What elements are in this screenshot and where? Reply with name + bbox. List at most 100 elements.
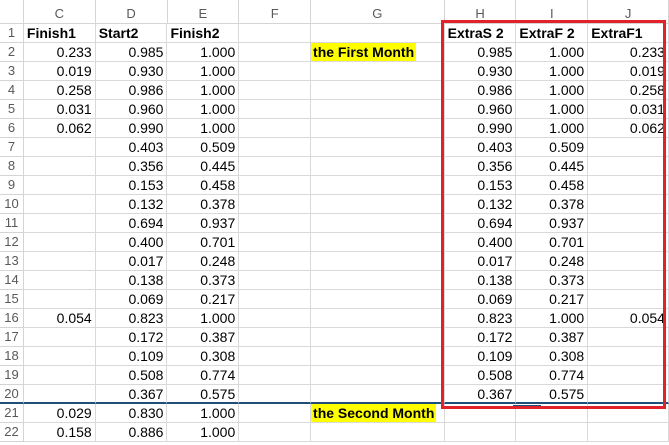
cell-e[interactable]: 1.000 <box>167 62 240 81</box>
cell-e[interactable]: 1.000 <box>167 423 240 442</box>
row-header[interactable]: 17 <box>0 328 24 347</box>
column-header-e[interactable]: E <box>167 0 240 24</box>
cell-d[interactable]: 0.823 <box>95 309 168 328</box>
cell-i[interactable]: 0.378 <box>516 195 589 214</box>
cell-f[interactable] <box>239 119 312 138</box>
cell-e[interactable]: 1.000 <box>167 119 240 138</box>
cell-f[interactable] <box>239 138 312 157</box>
cell-i[interactable]: 0.701 <box>516 233 589 252</box>
cell-j[interactable] <box>588 138 669 157</box>
cell-g[interactable] <box>311 423 445 442</box>
cell-d[interactable]: 0.886 <box>95 423 168 442</box>
cell-e[interactable]: 1.000 <box>167 309 240 328</box>
cell-i[interactable]: 0.373 <box>516 271 589 290</box>
cell-d[interactable]: 0.367 <box>95 385 168 404</box>
cell-e[interactable]: 1.000 <box>167 404 240 423</box>
cell-f[interactable] <box>239 233 312 252</box>
cell-j[interactable] <box>588 423 669 442</box>
cell-header-start2[interactable]: Start2 <box>95 24 168 43</box>
cell-e[interactable]: 0.387 <box>167 328 240 347</box>
cell-g[interactable] <box>311 252 445 271</box>
cell-d[interactable]: 0.985 <box>95 43 168 62</box>
row-header[interactable]: 12 <box>0 233 24 252</box>
cell-h[interactable]: 0.823 <box>444 309 517 328</box>
cell-e[interactable]: 1.000 <box>167 100 240 119</box>
cell-c[interactable]: 0.258 <box>23 81 96 100</box>
cell-d[interactable]: 0.990 <box>95 119 168 138</box>
row-header[interactable]: 2 <box>0 43 24 62</box>
cell-e[interactable]: 0.445 <box>167 157 240 176</box>
cell-j[interactable] <box>588 328 669 347</box>
cell-h[interactable]: 0.986 <box>444 81 517 100</box>
cell-f[interactable] <box>239 385 312 404</box>
cell-d[interactable]: 0.153 <box>95 176 168 195</box>
cell-g[interactable] <box>311 81 445 100</box>
cell-f[interactable] <box>239 309 312 328</box>
column-header-c[interactable]: C <box>23 0 96 24</box>
cell-h[interactable]: 0.132 <box>444 195 517 214</box>
cell-c[interactable] <box>23 195 96 214</box>
cell-e[interactable]: 1.000 <box>167 43 240 62</box>
cell-g[interactable] <box>311 100 445 119</box>
row-header[interactable]: 13 <box>0 252 24 271</box>
cell-h[interactable]: 0.356 <box>444 157 517 176</box>
cell-j[interactable] <box>588 176 669 195</box>
column-header-g[interactable]: G <box>311 0 445 24</box>
cell-d[interactable]: 0.400 <box>95 233 168 252</box>
cell-j[interactable] <box>588 404 669 423</box>
cell-c[interactable]: 0.233 <box>23 43 96 62</box>
row-header[interactable]: 8 <box>0 157 24 176</box>
cell-header-f[interactable] <box>239 24 312 43</box>
cell-g[interactable] <box>311 195 445 214</box>
cell-i[interactable]: 1.000 <box>516 62 589 81</box>
cell-e[interactable]: 0.575 <box>167 385 240 404</box>
cell-c[interactable] <box>23 347 96 366</box>
cell-j[interactable] <box>588 233 669 252</box>
cell-i[interactable]: 1.000 <box>516 100 589 119</box>
cell-i[interactable]: 0.217 <box>516 290 589 309</box>
row-header[interactable]: 21 <box>0 404 24 423</box>
cell-f[interactable] <box>239 347 312 366</box>
cell-c[interactable] <box>23 271 96 290</box>
cell-header-finish2[interactable]: Finish2 <box>167 24 240 43</box>
cell-g[interactable] <box>311 309 445 328</box>
row-header[interactable]: 22 <box>0 423 24 442</box>
cell-h[interactable]: 0.367 <box>444 385 517 404</box>
cell-h[interactable] <box>444 423 517 442</box>
cell-e[interactable]: 0.774 <box>167 366 240 385</box>
cell-j[interactable] <box>588 347 669 366</box>
cell-j[interactable] <box>588 252 669 271</box>
cell-h[interactable]: 0.985 <box>444 43 517 62</box>
cell-e[interactable]: 0.378 <box>167 195 240 214</box>
row-header[interactable]: 19 <box>0 366 24 385</box>
cell-c[interactable] <box>23 157 96 176</box>
cell-f[interactable] <box>239 366 312 385</box>
cell-c[interactable] <box>23 252 96 271</box>
cell-f[interactable] <box>239 81 312 100</box>
cell-f[interactable] <box>239 252 312 271</box>
cell-d[interactable]: 0.069 <box>95 290 168 309</box>
cell-c[interactable]: 0.158 <box>23 423 96 442</box>
cell-i[interactable]: 0.774 <box>516 366 589 385</box>
cell-c[interactable] <box>23 328 96 347</box>
cell-j[interactable] <box>588 214 669 233</box>
cell-i[interactable]: 0.445 <box>516 157 589 176</box>
row-header[interactable]: 20 <box>0 385 24 404</box>
cell-header-extraf2[interactable]: ExtraF 2 <box>516 24 589 43</box>
cell-c[interactable] <box>23 176 96 195</box>
column-header-h[interactable]: H <box>444 0 517 24</box>
cell-g[interactable]: the Second Month <box>311 404 445 423</box>
cell-h[interactable]: 0.403 <box>444 138 517 157</box>
row-header[interactable]: 7 <box>0 138 24 157</box>
cell-h[interactable] <box>444 404 517 423</box>
row-header[interactable]: 11 <box>0 214 24 233</box>
cell-h[interactable]: 0.138 <box>444 271 517 290</box>
cell-i[interactable]: 1.000 <box>516 43 589 62</box>
cell-f[interactable] <box>239 100 312 119</box>
row-header[interactable]: 1 <box>0 24 24 43</box>
cell-h[interactable]: 0.694 <box>444 214 517 233</box>
cell-d[interactable]: 0.403 <box>95 138 168 157</box>
cell-f[interactable] <box>239 423 312 442</box>
cell-e[interactable]: 0.509 <box>167 138 240 157</box>
row-header[interactable]: 6 <box>0 119 24 138</box>
